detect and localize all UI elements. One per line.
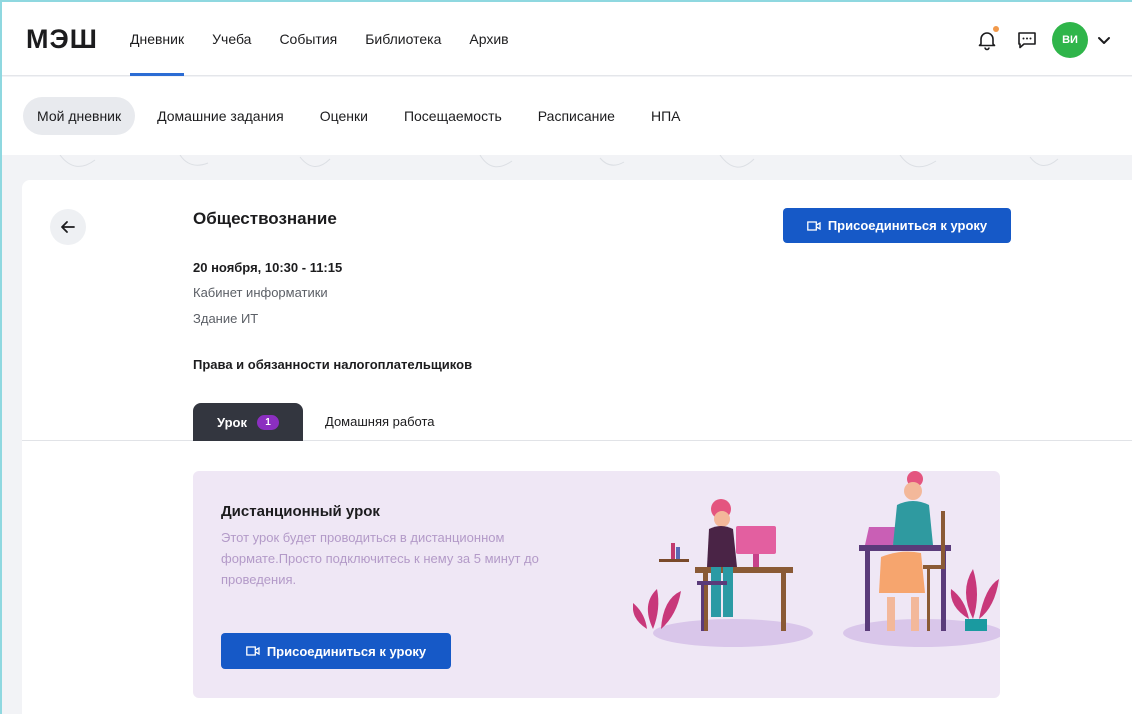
remote-lesson-description: Этот урок будет проводиться в дистанцион… [221, 530, 539, 587]
nav-item-library[interactable]: Библиотека [365, 0, 441, 76]
nav-item-archive[interactable]: Архив [469, 0, 508, 76]
lesson-subject: Обществознание [193, 209, 337, 228]
tab-lesson[interactable]: Урок 1 [193, 403, 303, 441]
tab-homework[interactable]: Домашняя работа [325, 414, 435, 429]
subnav-schedule[interactable]: Расписание [524, 97, 629, 135]
remote-lesson-title: Дистанционный урок [221, 503, 380, 520]
notification-dot [993, 26, 999, 32]
lesson-building: Здание ИТ [193, 311, 259, 326]
user-avatar[interactable]: ВИ [1052, 22, 1088, 58]
back-button[interactable] [50, 209, 86, 245]
remote-lesson-block: Дистанционный урок Этот урок будет прово… [193, 471, 1000, 698]
video-camera-icon [245, 646, 260, 656]
lesson-topic: Права и обязанности налогоплательщиков [193, 357, 473, 372]
main-nav: Дневник Учеба События Библиотека Архив [130, 0, 537, 76]
lesson-datetime: 20 ноября, 10:30 - 11:15 [193, 260, 343, 275]
nav-item-events[interactable]: События [279, 0, 337, 76]
video-camera-icon [806, 220, 821, 231]
tab-lesson-badge: 1 [256, 414, 279, 430]
lesson-room: Кабинет информатики [193, 285, 328, 300]
diary-subnav: Мой дневник Домашние задания Оценки Посе… [0, 77, 1132, 155]
join-lesson-label: Присоединиться к уроку [266, 643, 427, 659]
subnav-my-diary[interactable]: Мой дневник [23, 97, 136, 135]
arrow-left-icon [61, 221, 75, 233]
chat-icon[interactable] [1016, 29, 1038, 51]
bell-icon[interactable] [976, 26, 999, 51]
remote-learning-illustration [632, 471, 1000, 698]
join-lesson-button-bottom[interactable]: Присоединиться к уроку [221, 633, 451, 669]
app-logo[interactable]: МЭШ [26, 24, 98, 55]
lesson-tabs: Урок 1 Домашняя работа [22, 403, 1132, 441]
join-lesson-label: Присоединиться к уроку [827, 218, 988, 233]
nav-item-diary[interactable]: Дневник [130, 0, 185, 76]
top-header: МЭШ Дневник Учеба События Библиотека Арх… [0, 0, 1132, 76]
tab-lesson-label: Урок [217, 414, 247, 430]
nav-item-study[interactable]: Учеба [212, 0, 251, 76]
subnav-homework[interactable]: Домашние задания [143, 97, 298, 135]
lesson-card: Обществознание Присоединиться к уроку 20… [22, 180, 1132, 714]
subnav-grades[interactable]: Оценки [306, 97, 382, 135]
join-lesson-button-top[interactable]: Присоединиться к уроку [783, 208, 1011, 243]
subnav-attendance[interactable]: Посещаемость [390, 97, 516, 135]
subnav-npa[interactable]: НПА [637, 97, 695, 135]
header-actions: ВИ [976, 22, 1112, 58]
decorative-pattern [0, 155, 1132, 180]
chevron-down-icon[interactable] [1096, 32, 1112, 48]
